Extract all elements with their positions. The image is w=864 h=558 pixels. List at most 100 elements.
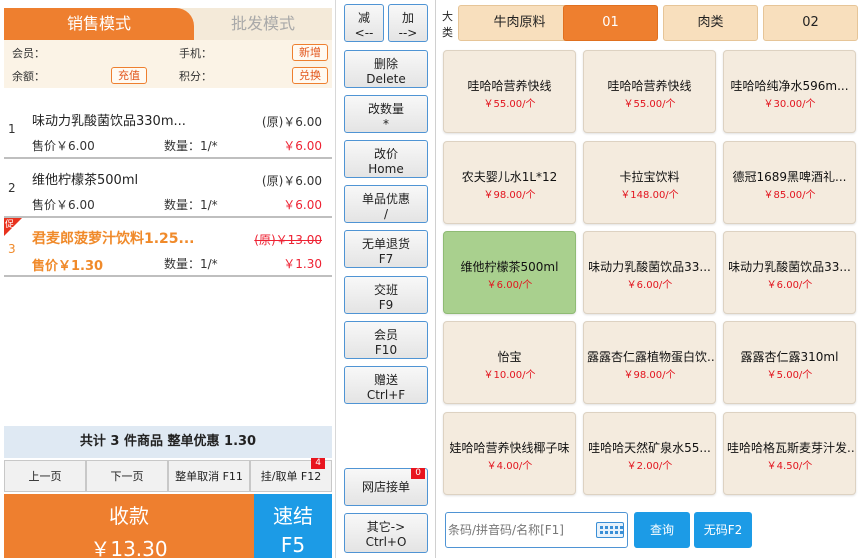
next-page-button[interactable]: 下一页 bbox=[86, 460, 168, 492]
cart-item[interactable]: 促 3 君麦郎菠萝汁饮料1.25... (原)￥13.00 售价￥1.30 数量… bbox=[4, 218, 332, 277]
quick-settle-key: F5 bbox=[280, 533, 306, 557]
product-price: ￥148.00/个 bbox=[620, 190, 679, 201]
product-name: 哇哈哈格瓦斯麦芽汁发... bbox=[727, 441, 855, 455]
exchange-points-button[interactable]: 兑换 bbox=[292, 67, 328, 84]
tab-wholesale-mode[interactable]: 批发模式 bbox=[194, 8, 332, 40]
category-tab-3[interactable]: 02 bbox=[763, 5, 858, 41]
product-tile[interactable]: 哇哈哈纯净水596m... ￥30.00/个 bbox=[723, 50, 856, 133]
cart-item-name: 君麦郎菠萝汁饮料1.25... bbox=[32, 231, 195, 247]
cart-item[interactable]: 2 维他柠檬茶500ml (原)￥6.00 售价￥6.00 数量：1/* ￥6.… bbox=[4, 159, 332, 218]
product-tile[interactable]: 维他柠檬茶500ml ￥6.00/个 bbox=[443, 231, 576, 314]
product-tile[interactable]: 德冠1689黑啤酒礼... ￥85.00/个 bbox=[723, 141, 856, 224]
order-summary: 共计 3 件商品 整单优惠 1.30 bbox=[4, 426, 332, 458]
checkout-amount: ￥13.30 bbox=[90, 537, 168, 558]
hold-order-button[interactable]: 挂/取单 F12 4 bbox=[250, 458, 332, 492]
change-quantity-label: 改数量 bbox=[367, 102, 404, 116]
change-price-key: Home bbox=[368, 162, 404, 176]
member-label: 会员： bbox=[12, 47, 45, 60]
decrease-button[interactable]: 减 <-- bbox=[344, 4, 384, 42]
item-discount-label: 单品优惠 bbox=[361, 192, 410, 206]
points-label: 积分： bbox=[179, 70, 212, 83]
gift-key: Ctrl+F bbox=[366, 388, 406, 402]
query-button[interactable]: 查询 bbox=[634, 512, 690, 548]
product-tile[interactable]: 哇哈哈格瓦斯麦芽汁发... ￥4.50/个 bbox=[723, 412, 856, 495]
quick-settle-label: 速结 bbox=[273, 504, 313, 528]
category-tab-1[interactable]: 01 bbox=[563, 5, 658, 41]
delete-item-button[interactable]: 删除 Delete bbox=[344, 50, 428, 88]
cart-item-quantity: 数量：1/* bbox=[164, 139, 218, 153]
delete-label: 删除 bbox=[373, 57, 398, 71]
product-tile[interactable]: 味动力乳酸菌饮品33... ￥6.00/个 bbox=[723, 231, 856, 314]
product-price: ￥4.50/个 bbox=[766, 461, 813, 472]
change-quantity-key: * bbox=[383, 117, 389, 131]
tab-retail-mode[interactable]: 销售模式 bbox=[4, 8, 194, 40]
product-tile[interactable]: 娃哈哈营养快线椰子味 ￥4.00/个 bbox=[443, 412, 576, 495]
order-pager: 上一页 下一页 整单取消 F11 挂/取单 F12 4 bbox=[4, 458, 332, 492]
product-tile[interactable]: 农夫婴儿水1L*12 ￥98.00/个 bbox=[443, 141, 576, 224]
item-discount-key: / bbox=[383, 207, 389, 221]
cart-item-name: 味动力乳酸菌饮品330m... bbox=[32, 114, 186, 129]
product-name: 味动力乳酸菌饮品33... bbox=[588, 260, 711, 274]
recharge-button[interactable]: 充值 bbox=[111, 67, 147, 84]
online-orders-label: 网店接单 bbox=[361, 480, 410, 494]
product-price: ￥6.00/个 bbox=[486, 280, 533, 291]
product-price: ￥6.00/个 bbox=[626, 280, 673, 291]
mode-tabs: 销售模式 批发模式 bbox=[4, 8, 332, 40]
cancel-order-button[interactable]: 整单取消 F11 bbox=[168, 460, 250, 492]
product-tile[interactable]: 哇哈哈营养快线 ￥55.00/个 bbox=[583, 50, 716, 133]
checkout-button[interactable]: 收款 ￥13.30 bbox=[4, 494, 254, 558]
cart-item-price: 售价￥6.00 bbox=[32, 198, 95, 212]
gift-button[interactable]: 赠送 Ctrl+F bbox=[344, 366, 428, 404]
decrease-key: <-- bbox=[354, 26, 374, 40]
cart-item[interactable]: 1 味动力乳酸菌饮品330m... (原)￥6.00 售价￥6.00 数量：1/… bbox=[4, 100, 332, 159]
product-tile[interactable]: 怡宝 ￥10.00/个 bbox=[443, 321, 576, 404]
product-price: ￥10.00/个 bbox=[483, 370, 536, 381]
product-tile[interactable]: 味动力乳酸菌饮品33... ￥6.00/个 bbox=[583, 231, 716, 314]
product-tile[interactable]: 露露杏仁露植物蛋白饮... ￥98.00/个 bbox=[583, 321, 716, 404]
cart-item-original-price: (原)￥6.00 bbox=[261, 174, 322, 188]
cart-item-subtotal: ￥6.00 bbox=[283, 139, 322, 153]
product-name: 哇哈哈天然矿泉水55... bbox=[588, 441, 711, 455]
function-column: 减 <-- 加 --> 删除 Delete 改数量 * 改价 Home 单品优惠… bbox=[338, 0, 436, 558]
member-info: 会员： 手机： 新增 余额： 充值 积分： 兑换 bbox=[4, 40, 332, 88]
product-area: 大类 牛肉原料 01 肉类 02 哇哈哈营养快线 ￥55.00/个 哇哈哈营养快线 ￥… bbox=[437, 0, 864, 558]
product-name: 农夫婴儿水1L*12 bbox=[461, 170, 558, 184]
online-orders-button[interactable]: 网店接单 0 bbox=[344, 468, 428, 506]
product-price: ￥2.00/个 bbox=[626, 461, 673, 472]
product-tile[interactable]: 露露杏仁露310ml ￥5.00/个 bbox=[723, 321, 856, 404]
product-tile[interactable]: 卡拉宝饮料 ￥148.00/个 bbox=[583, 141, 716, 224]
increase-key: --> bbox=[398, 26, 418, 40]
refund-button[interactable]: 无单退货 F7 bbox=[344, 230, 428, 268]
increase-label: 加 bbox=[401, 11, 414, 25]
product-name: 哇哈哈纯净水596m... bbox=[730, 79, 849, 93]
search-input[interactable] bbox=[446, 513, 596, 547]
more-functions-button[interactable]: 其它-> Ctrl+O bbox=[344, 513, 428, 553]
product-price: ￥55.00/个 bbox=[623, 99, 676, 110]
quick-settle-button[interactable]: 速结 F5 bbox=[254, 494, 332, 558]
category-tab-2[interactable]: 肉类 bbox=[663, 5, 758, 41]
product-price: ￥30.00/个 bbox=[763, 99, 816, 110]
cart-item-price: 售价￥1.30 bbox=[32, 259, 104, 274]
no-barcode-button[interactable]: 无码F2 bbox=[694, 512, 752, 548]
add-member-button[interactable]: 新增 bbox=[292, 44, 328, 61]
change-quantity-button[interactable]: 改数量 * bbox=[344, 95, 428, 133]
category-label: 大类 bbox=[442, 10, 453, 39]
member-button-label: 会员 bbox=[373, 328, 398, 342]
prev-page-button[interactable]: 上一页 bbox=[4, 460, 86, 492]
cart-item-index: 2 bbox=[8, 181, 16, 195]
increase-button[interactable]: 加 --> bbox=[388, 4, 428, 42]
product-name: 哇哈哈营养快线 bbox=[467, 79, 552, 93]
shift-handover-button[interactable]: 交班 F9 bbox=[344, 276, 428, 314]
member-button[interactable]: 会员 F10 bbox=[344, 321, 428, 359]
product-name: 露露杏仁露310ml bbox=[740, 350, 839, 364]
hold-order-label: 挂/取单 F12 bbox=[260, 470, 322, 483]
order-panel: 销售模式 批发模式 会员： 手机： 新增 余额： 充值 积分： 兑换 1 味动力… bbox=[0, 0, 336, 558]
checkout-label: 收款 bbox=[109, 504, 149, 528]
product-tile[interactable]: 哇哈哈天然矿泉水55... ￥2.00/个 bbox=[583, 412, 716, 495]
change-price-button[interactable]: 改价 Home bbox=[344, 140, 428, 178]
item-discount-button[interactable]: 单品优惠 / bbox=[344, 185, 428, 223]
change-price-label: 改价 bbox=[373, 147, 398, 161]
product-tile[interactable]: 哇哈哈营养快线 ￥55.00/个 bbox=[443, 50, 576, 133]
product-price: ￥4.00/个 bbox=[486, 461, 533, 472]
keyboard-icon[interactable] bbox=[596, 522, 624, 538]
